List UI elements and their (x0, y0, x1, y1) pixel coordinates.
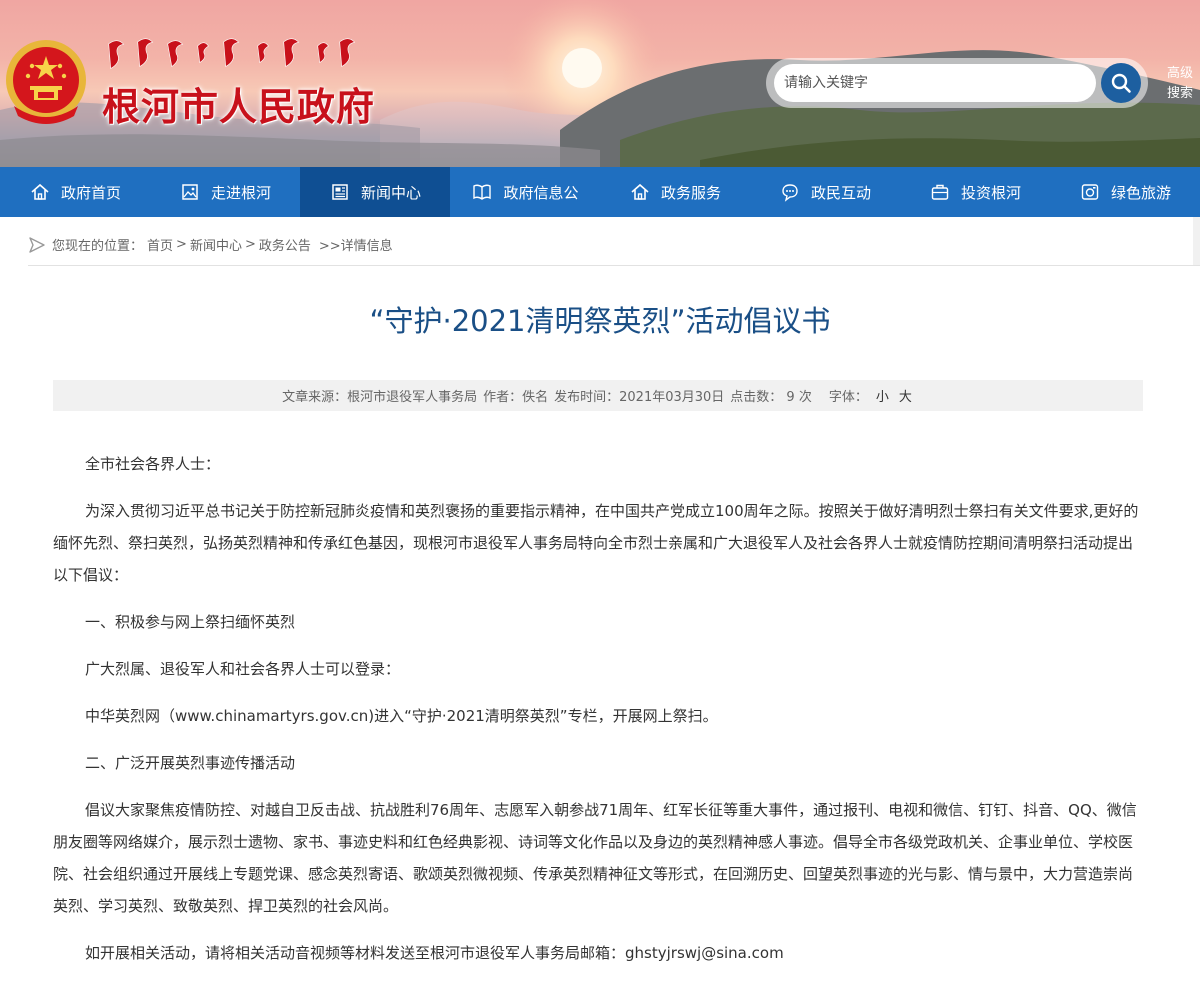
book-icon (471, 181, 493, 203)
meta-font-label: 字体： (828, 390, 868, 405)
nav-label: 政民互动 (810, 183, 871, 202)
search-icon (1111, 73, 1131, 93)
breadcrumb-home-link[interactable]: 首页 (147, 235, 173, 254)
location-arrow-icon (29, 236, 45, 253)
breadcrumb-separator: > (244, 237, 256, 252)
nav-label: 新闻中心 (360, 183, 421, 202)
nav-label: 政务服务 (660, 183, 721, 202)
divider (28, 265, 1200, 266)
home-icon (29, 181, 51, 203)
font-large-button[interactable]: 大 (899, 386, 912, 405)
breadcrumb: 您现在的位置： 首页 > 新闻中心 > 政务公告 >>详情信息 (28, 235, 393, 254)
meta-author: 作者：佚名 (483, 390, 549, 405)
article-meta-bar: 文章来源：根河市退役军人事务局 作者：佚名 发布时间：2021年03月30日 点… (53, 380, 1143, 411)
image-icon (179, 181, 201, 203)
paragraph: 二、广泛开展英烈事迹传播活动 (85, 754, 296, 772)
paragraph: 为深入贯彻习近平总书记关于防控新冠肺炎疫情和英烈褒扬的重要指示精神，在中国共产党… (53, 502, 1139, 584)
nav-item-investment[interactable]: 投资根河 (900, 167, 1050, 217)
header-banner: 根河市人民政府 高级搜索 (0, 0, 1200, 167)
nav-item-interaction[interactable]: 政民互动 (750, 167, 900, 217)
search-button[interactable] (1101, 63, 1141, 103)
font-small-button[interactable]: 小 (876, 386, 889, 405)
article-title: “守护·2021清明祭英烈”活动倡议书 (369, 304, 831, 338)
paragraph: 中华英烈网（www.chinamartyrs.gov.cn)进入“守护·2021… (85, 707, 718, 725)
breadcrumb-prefix: 您现在的位置： (52, 239, 144, 254)
nav-label: 政府信息公 (503, 183, 579, 202)
nav-label: 走进根河 (210, 183, 271, 202)
advanced-search-link[interactable]: 高级搜索 (1163, 64, 1197, 104)
breadcrumb-separator: > (176, 237, 187, 252)
nav-label: 投资根河 (960, 183, 1021, 202)
article-content: 全市社会各界人士： 为深入贯彻习近平总书记关于防控新冠肺炎疫情和英烈褒扬的重要指… (53, 448, 1143, 984)
search-input[interactable] (774, 64, 1096, 102)
nav-item-about-genhe[interactable]: 走进根河 (150, 167, 300, 217)
search-box (766, 58, 1148, 108)
national-emblem-icon (6, 40, 86, 124)
paragraph: 全市社会各界人士： (85, 455, 221, 473)
newspaper-icon (329, 181, 351, 203)
nav-item-tourism[interactable]: 绿色旅游 (1050, 167, 1200, 217)
main-nav: 政府首页 走进根河 新闻中心 政府信息公 政务服务 政民互动 投资根河 绿色旅游 (0, 167, 1200, 217)
nav-item-gov-info[interactable]: 政府信息公 (450, 167, 600, 217)
mongolian-script-logo (108, 38, 356, 70)
paragraph: 倡议大家聚焦疫情防控、对越自卫反击战、抗战胜利76周年、志愿军入朝参战71周年、… (53, 801, 1137, 915)
paragraph: 广大烈属、退役军人和社会各界人士可以登录： (85, 660, 401, 678)
meta-clicks: 点击数： 9 次 (730, 390, 812, 405)
breadcrumb-current: >>详情信息 (318, 239, 393, 254)
chat-icon (779, 181, 801, 203)
camera-icon (1079, 181, 1101, 203)
nav-item-services[interactable]: 政务服务 (600, 167, 750, 217)
site-title: 根河市人民政府 (102, 84, 376, 129)
breadcrumb-notice-link[interactable]: 政务公告 (259, 235, 311, 254)
meta-source: 文章来源：根河市退役军人事务局 (282, 390, 478, 405)
breadcrumb-news-link[interactable]: 新闻中心 (190, 235, 242, 254)
meta-publish-time: 发布时间：2021年03月30日 (554, 390, 725, 405)
nav-item-news[interactable]: 新闻中心 (300, 167, 450, 217)
nav-item-home[interactable]: 政府首页 (0, 167, 150, 217)
home-icon (629, 181, 651, 203)
nav-label: 绿色旅游 (1110, 183, 1171, 202)
nav-label: 政府首页 (60, 183, 121, 202)
paragraph: 如开展相关活动，请将相关活动音视频等材料发送至根河市退役军人事务局邮箱：ghst… (85, 944, 784, 962)
briefcase-icon (929, 181, 951, 203)
scrollbar[interactable] (1193, 217, 1200, 265)
paragraph: 一、积极参与网上祭扫缅怀英烈 (85, 613, 296, 631)
